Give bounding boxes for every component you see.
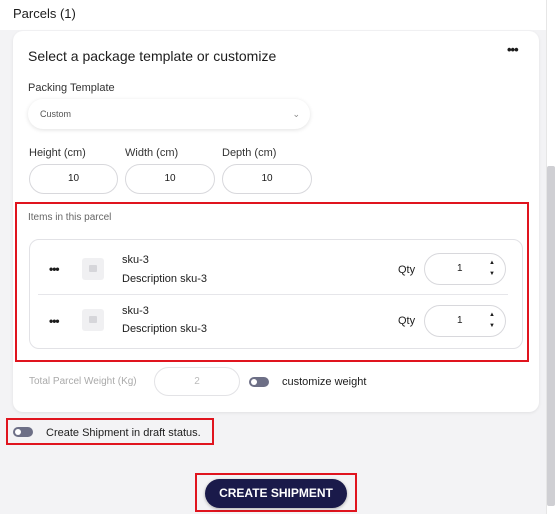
items-label: Items in this parcel: [28, 212, 112, 223]
create-shipment-button[interactable]: CREATE SHIPMENT: [205, 479, 347, 508]
item-2-sku: sku-3: [122, 305, 149, 317]
width-input[interactable]: 10: [125, 164, 215, 194]
total-weight-label: Total Parcel Weight (Kg): [29, 376, 137, 387]
scrollbar-thumb[interactable]: [547, 166, 555, 506]
item-2-image-icon: [82, 309, 104, 331]
arrow-up-icon[interactable]: ▲: [489, 312, 495, 318]
height-input[interactable]: 10: [29, 164, 118, 194]
chevron-down-icon: ⌄: [292, 109, 300, 119]
item-1-description: Description sku-3: [122, 273, 207, 285]
draft-status-toggle[interactable]: [13, 427, 33, 437]
customize-weight-label: customize weight: [282, 376, 367, 388]
item-2-qty-stepper[interactable]: 1 ▲ ▼: [424, 305, 506, 337]
depth-input[interactable]: 10: [222, 164, 312, 194]
item-1-qty-stepper[interactable]: 1 ▲ ▼: [424, 253, 506, 285]
packing-template-value: Custom: [40, 109, 72, 119]
arrow-down-icon[interactable]: ▼: [489, 323, 495, 329]
item-2-description: Description sku-3: [122, 323, 207, 335]
item-1-image-icon: [82, 258, 104, 280]
item-1-sku: sku-3: [122, 254, 149, 266]
parcels-header: Parcels (1): [0, 0, 555, 30]
arrow-down-icon[interactable]: ▼: [489, 271, 495, 277]
card-title: Select a package template or customize: [28, 48, 277, 64]
width-label: Width (cm): [125, 147, 179, 159]
item-1-more-icon[interactable]: •••: [49, 263, 60, 275]
item-2-qty-value: 1: [457, 315, 463, 326]
parcels-title: Parcels (1): [13, 6, 76, 21]
total-weight-input[interactable]: 2: [154, 367, 240, 396]
depth-label: Depth (cm): [222, 147, 277, 159]
row-divider: [38, 294, 508, 295]
customize-weight-toggle[interactable]: [249, 377, 269, 387]
item-1-qty-label: Qty: [398, 264, 416, 276]
item-1-qty-value: 1: [457, 263, 463, 274]
item-2-more-icon[interactable]: •••: [49, 315, 60, 327]
more-horizontal-icon[interactable]: •••: [507, 43, 521, 59]
packing-template-label: Packing Template: [28, 82, 115, 94]
arrow-up-icon[interactable]: ▲: [489, 260, 495, 266]
draft-status-label: Create Shipment in draft status.: [46, 427, 201, 439]
item-2-qty-label: Qty: [398, 315, 416, 327]
packing-template-select[interactable]: Custom ⌄: [28, 99, 310, 129]
height-label: Height (cm): [29, 147, 86, 159]
